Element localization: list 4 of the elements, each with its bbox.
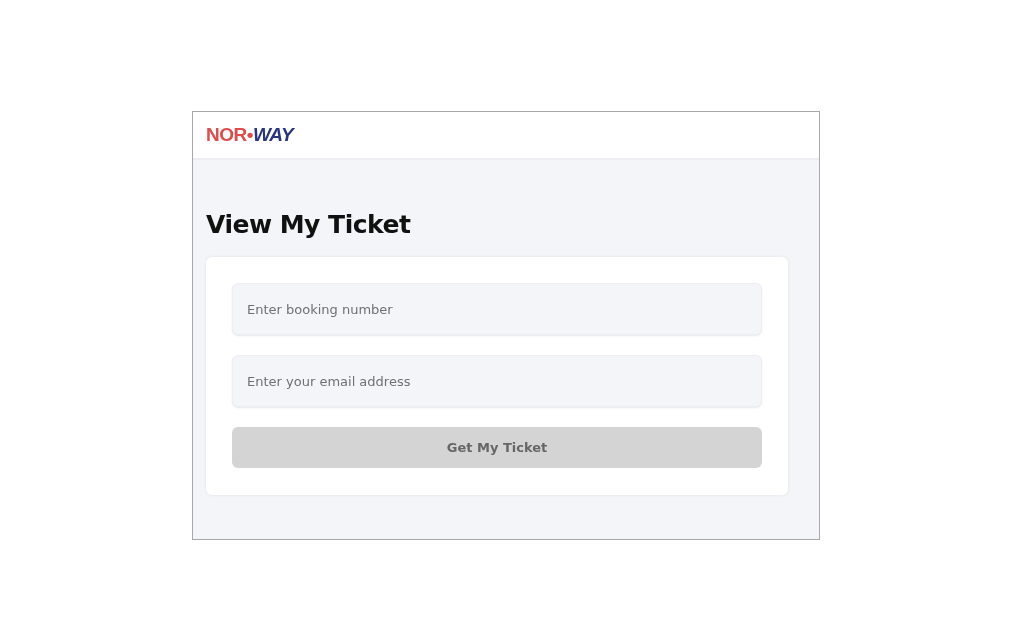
booking-number-field[interactable]: Enter booking number [232,283,762,335]
page-title: View My Ticket [206,210,412,239]
logo: NOR•WAY [206,124,294,146]
email-field[interactable]: Enter your email address [232,355,762,407]
